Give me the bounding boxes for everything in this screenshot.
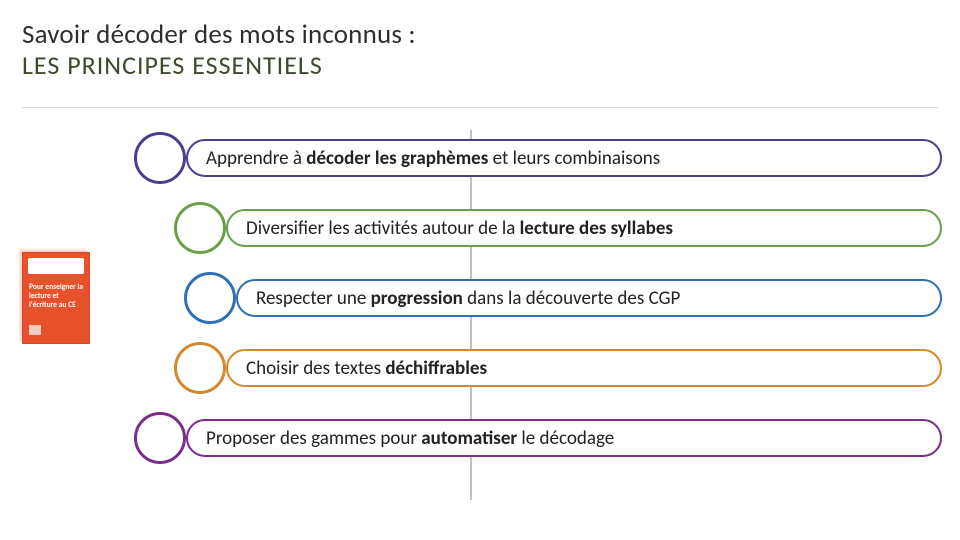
principle-text-4: Choisir des textes déchiffrables	[226, 349, 942, 387]
divider	[22, 107, 938, 108]
principle-row-2: Diversifier les activités autour de la l…	[226, 203, 942, 253]
principle-text-5: Proposer des gammes pour automatiser le …	[186, 419, 942, 457]
diagram: Apprendre à décoder les graphèmes et leu…	[0, 115, 960, 540]
slide-title: Savoir décoder des mots inconnus :	[22, 18, 938, 51]
bubble-icon	[174, 202, 226, 254]
bubble-icon	[174, 342, 226, 394]
slide: Savoir décoder des mots inconnus : LES P…	[0, 0, 960, 540]
bubble-icon	[134, 132, 186, 184]
book-title: Pour enseigner la lecture et l'écriture …	[29, 283, 83, 310]
principle-row-5: Proposer des gammes pour automatiser le …	[186, 413, 942, 463]
principle-row-1: Apprendre à décoder les graphèmes et leu…	[186, 133, 942, 183]
book-mark-icon	[29, 325, 41, 335]
book-header-strip	[28, 258, 84, 274]
principle-text-2: Diversifier les activités autour de la l…	[226, 209, 942, 247]
bubble-icon	[134, 412, 186, 464]
principle-row-4: Choisir des textes déchiffrables	[226, 343, 942, 393]
book-cover: Pour enseigner la lecture et l'écriture …	[22, 252, 90, 344]
principle-text-1: Apprendre à décoder les graphèmes et leu…	[186, 139, 942, 177]
principle-text-3: Respecter une progression dans la découv…	[236, 279, 942, 317]
principle-row-3: Respecter une progression dans la découv…	[236, 273, 942, 323]
bubble-icon	[184, 272, 236, 324]
slide-subtitle: LES PRINCIPES ESSENTIELS	[22, 49, 938, 81]
